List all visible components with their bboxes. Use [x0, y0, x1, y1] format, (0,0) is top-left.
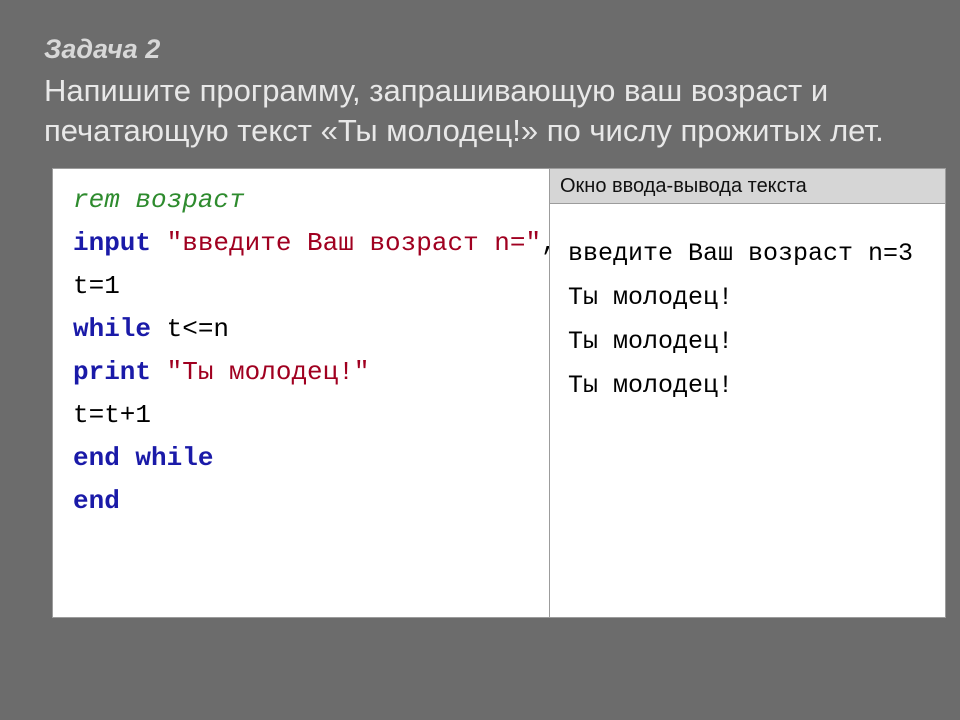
slide: Задача 2 Напишите программу, запрашивающ… [0, 0, 960, 720]
code-line: end while [73, 437, 537, 480]
io-window-title: Окно ввода-вывода текста [550, 168, 946, 204]
code-line: t=t+1 [73, 394, 537, 437]
code-line: t=1 [73, 265, 537, 308]
code-keyword: while [73, 314, 151, 344]
io-column: Окно ввода-вывода текста введите Ваш воз… [550, 168, 946, 618]
io-line: Ты молодец! [568, 364, 933, 408]
code-text: t=t+1 [73, 400, 151, 430]
io-line: Ты молодец! [568, 320, 933, 364]
code-keyword: end [73, 486, 120, 516]
code-line: while t<=n [73, 308, 537, 351]
code-keyword: print [73, 357, 151, 387]
panels: rem возраст input "введите Ваш возраст n… [52, 168, 946, 618]
task-title: Задача 2 [44, 34, 924, 65]
code-line: rem возраст [73, 179, 537, 222]
code-text: t<=n [151, 314, 229, 344]
code-pane: rem возраст input "введите Ваш возраст n… [52, 168, 550, 618]
code-line: input "введите Ваш возраст n=",n [73, 222, 537, 265]
io-line: введите Ваш возраст n=3 [568, 232, 933, 276]
code-keyword: input [73, 228, 151, 258]
io-pane: введите Ваш возраст n=3 Ты молодец! Ты м… [550, 204, 946, 618]
code-line: end [73, 480, 537, 523]
code-text: ,n [541, 228, 550, 258]
code-keyword: end while [73, 443, 213, 473]
code-string: "Ты молодец!" [151, 357, 369, 387]
task-description: Напишите программу, запрашивающую ваш во… [44, 71, 914, 150]
io-line: Ты молодец! [568, 276, 933, 320]
code-text: t=1 [73, 271, 120, 301]
code-comment: rem возраст [73, 185, 245, 215]
code-string: "введите Ваш возраст n=" [151, 228, 541, 258]
code-line: print "Ты молодец!" [73, 351, 537, 394]
